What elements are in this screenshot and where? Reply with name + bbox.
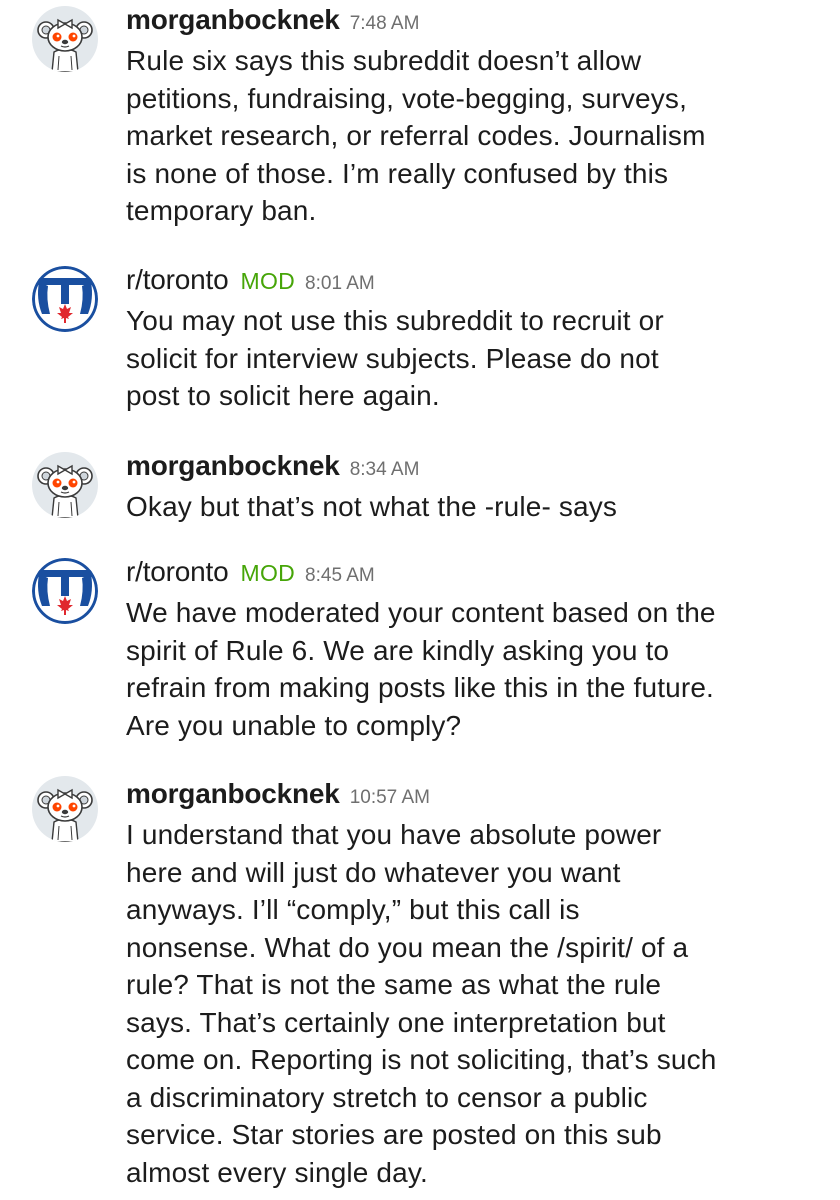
- message-timestamp: 7:48 AM: [349, 13, 420, 34]
- message-author[interactable]: r/toronto: [126, 556, 229, 588]
- message-text: You may not use this subreddit to recrui…: [126, 305, 664, 411]
- message-author[interactable]: morganbocknek: [126, 778, 340, 810]
- snoo-avatar-icon[interactable]: [32, 776, 98, 842]
- mod-badge: MOD: [240, 560, 296, 586]
- message-author[interactable]: r/toronto: [126, 264, 229, 296]
- message-timestamp: 10:57 AM: [349, 787, 430, 808]
- message-text: Rule six says this subreddit doesn’t all…: [126, 45, 706, 226]
- message-timestamp: 8:01 AM: [305, 273, 375, 294]
- snoo-avatar-icon[interactable]: [32, 6, 98, 72]
- message-author[interactable]: morganbocknek: [126, 4, 340, 36]
- message-text: Okay but that’s not what the -rule- says: [126, 491, 618, 522]
- message-timestamp: 8:45 AM: [305, 565, 375, 586]
- message-timestamp: 8:34 AM: [349, 459, 420, 480]
- snoo-avatar-icon[interactable]: [32, 452, 98, 518]
- message-author[interactable]: morganbocknek: [126, 450, 340, 482]
- toronto-subreddit-icon[interactable]: [32, 558, 98, 624]
- toronto-subreddit-icon[interactable]: [32, 266, 98, 332]
- message-text: I understand that you have absolute powe…: [126, 819, 717, 1188]
- mod-badge: MOD: [240, 268, 296, 294]
- message-thread: morganbocknek 7:48 AM Rule six says this…: [0, 0, 840, 1200]
- message-text: We have moderated your content based on …: [126, 597, 716, 741]
